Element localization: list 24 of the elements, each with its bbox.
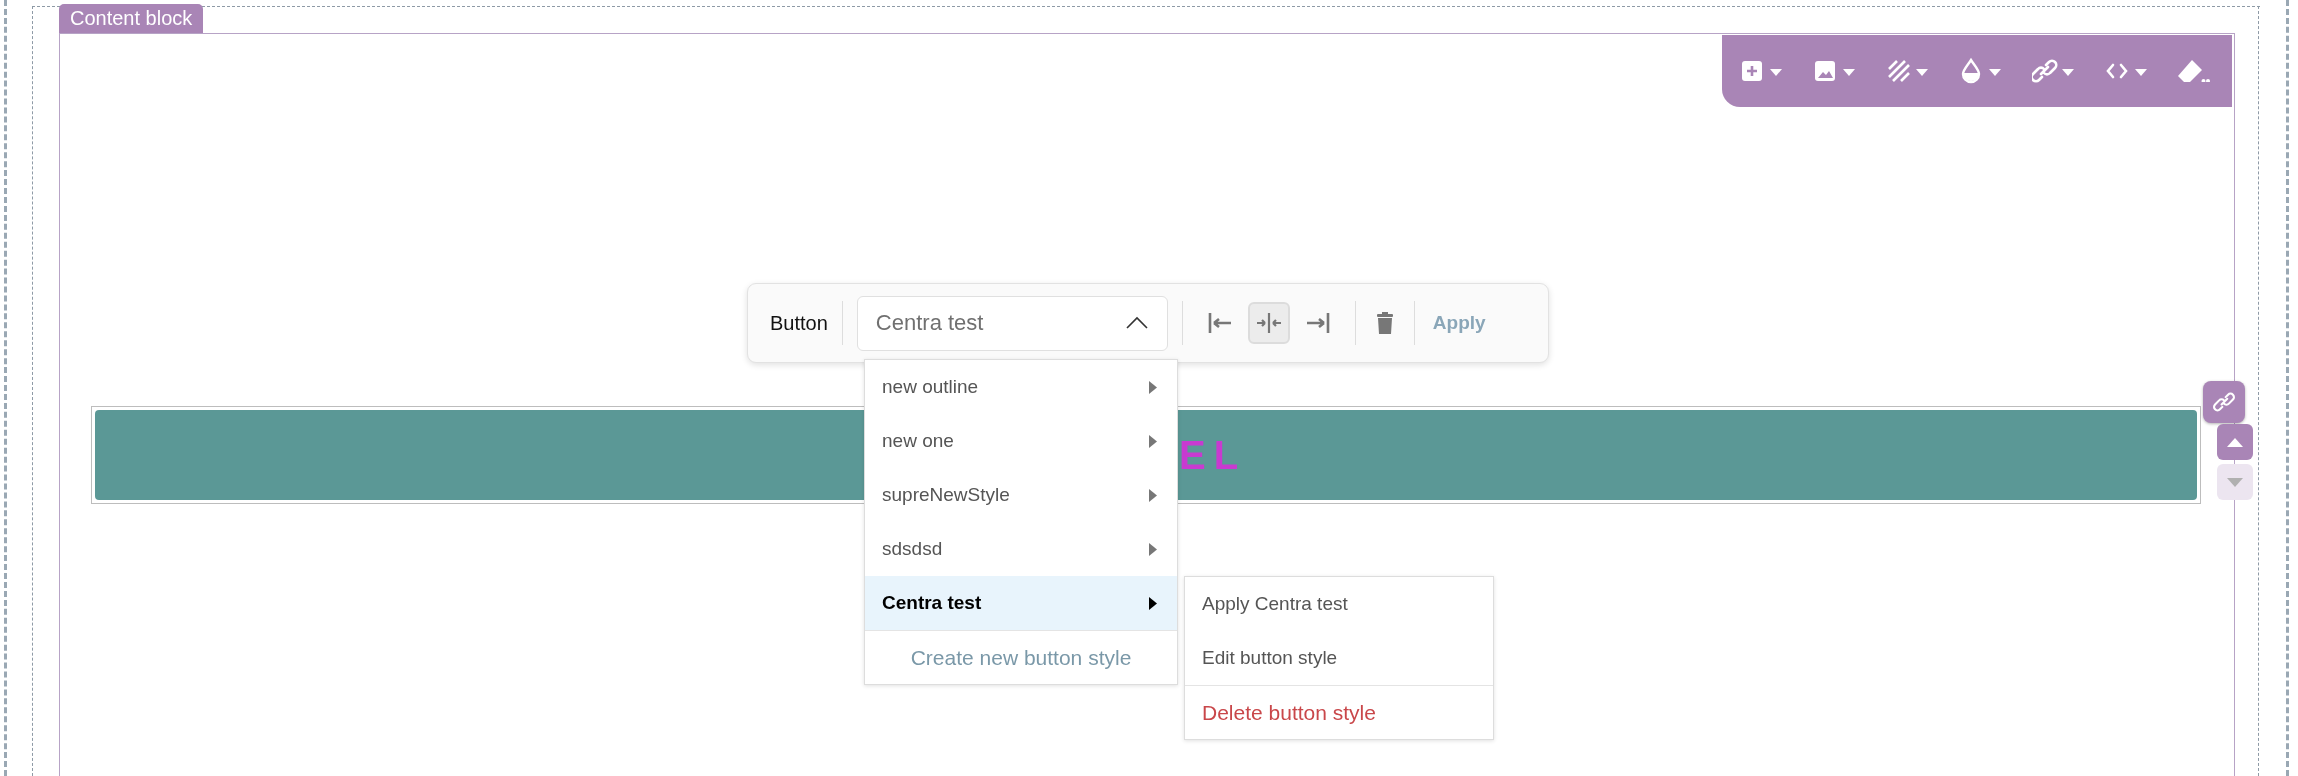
move-up-button[interactable] bbox=[2217, 424, 2253, 460]
triangle-right-icon bbox=[1149, 434, 1157, 448]
menu-item[interactable]: sdsdsd bbox=[865, 522, 1177, 576]
align-button[interactable] bbox=[1247, 302, 1290, 344]
style-select[interactable]: Centra test bbox=[856, 295, 1168, 351]
trash-icon bbox=[1375, 312, 1394, 334]
triangle-right-icon bbox=[1149, 488, 1157, 502]
menu-item[interactable]: new one bbox=[865, 414, 1177, 468]
align-center-icon bbox=[1254, 310, 1283, 336]
clear-button[interactable] bbox=[2178, 60, 2210, 82]
triangle-right-icon bbox=[1149, 542, 1157, 556]
chevron-icon bbox=[1124, 316, 1149, 330]
menu-item[interactable]: supreNewStyle bbox=[865, 468, 1177, 522]
menu-item[interactable]: Apply Centra test bbox=[1185, 577, 1493, 631]
menu-item[interactable]: Edit button style bbox=[1185, 631, 1493, 685]
link-button[interactable] bbox=[2203, 381, 2245, 423]
content-block-label: Content block bbox=[59, 4, 204, 33]
menu-item[interactable]: new outline bbox=[865, 360, 1177, 414]
toolbar-label: Button bbox=[770, 311, 828, 335]
eraser-icon bbox=[2178, 60, 2210, 82]
menu-item[interactable]: Centra test bbox=[865, 576, 1177, 630]
delete-style-item[interactable]: Delete button style bbox=[1185, 685, 1493, 739]
triangle-right-icon bbox=[1149, 380, 1157, 394]
triangle-right-icon bbox=[1149, 596, 1157, 610]
